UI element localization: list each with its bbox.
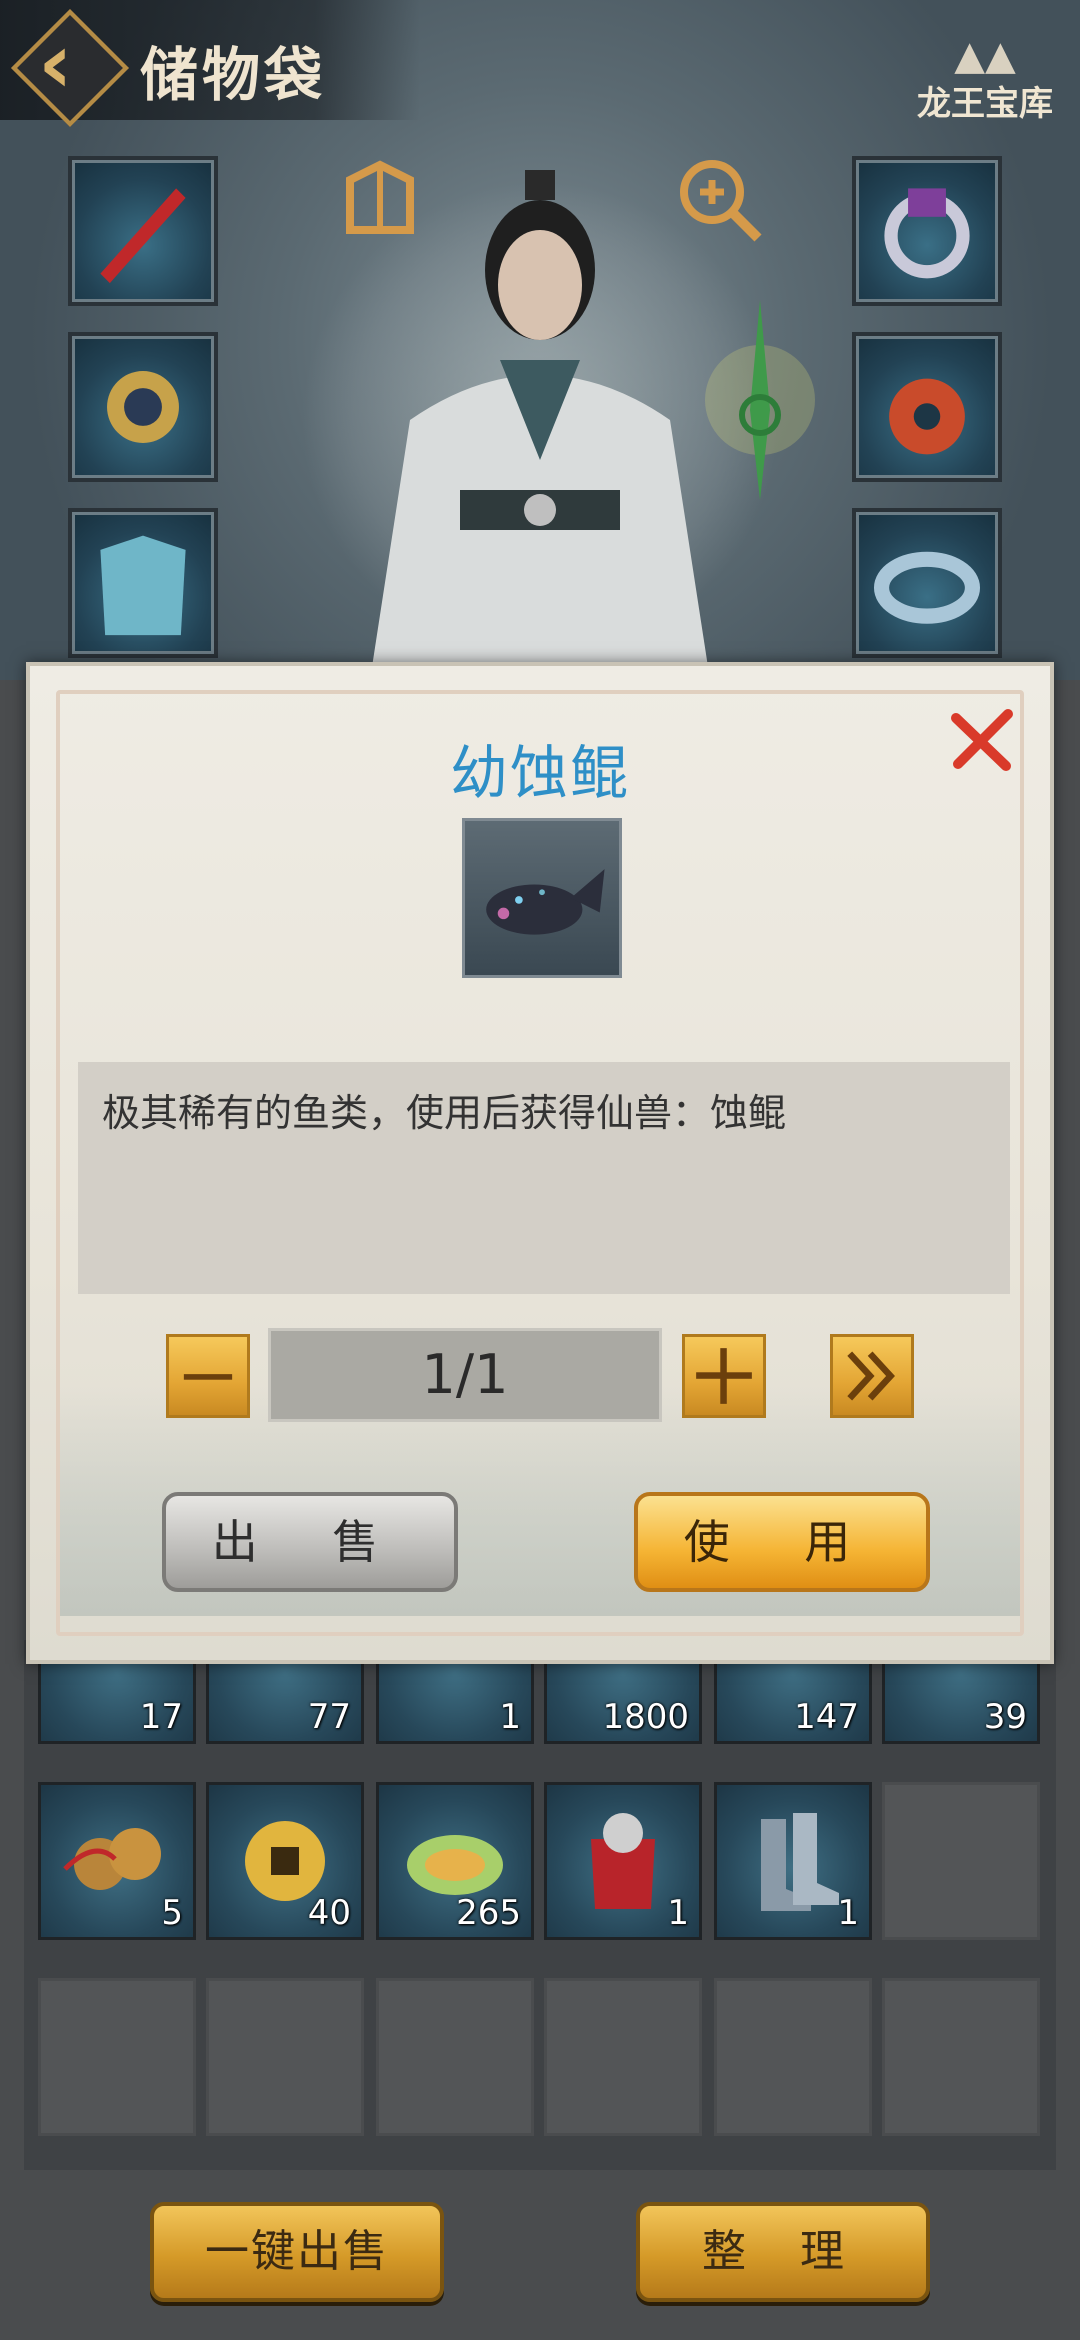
max-quantity-button[interactable] [830, 1334, 914, 1418]
sell-button[interactable]: 出 售 [162, 1492, 458, 1592]
item-name: 幼蚀鲲 [449, 739, 630, 807]
item-description: 极其稀有的鱼类，使用后获得仙兽：蚀鲲 [78, 1062, 1010, 1294]
fish-icon [486, 869, 605, 935]
use-button[interactable]: 使 用 [634, 1492, 930, 1592]
increase-quantity-button[interactable] [682, 1334, 766, 1418]
plus-icon [696, 1348, 752, 1404]
item-detail-dialog: 幼蚀鲲 极其稀有的鱼类，使用后获得仙兽：蚀鲲 1/1 出 售 使 用 [26, 662, 1054, 1664]
minus-icon [183, 1374, 233, 1380]
double-chevron-right-icon [847, 1351, 895, 1401]
item-preview [462, 818, 622, 978]
quantity-display: 1/1 [268, 1328, 662, 1422]
decrease-quantity-button[interactable] [166, 1334, 250, 1418]
